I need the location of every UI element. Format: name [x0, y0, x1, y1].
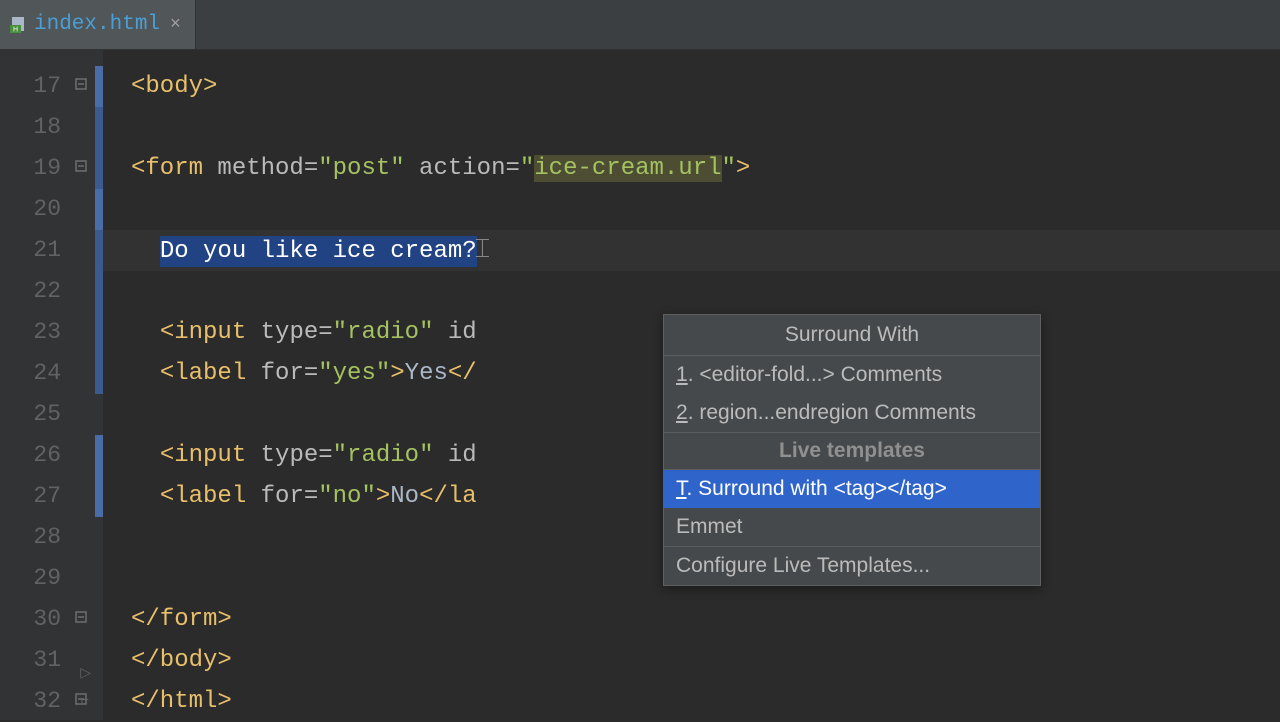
line-number-gutter: 17 18 19 20 21 22 23 24 25 26 27 28 29 3…: [0, 50, 95, 720]
editor-tab-index-html[interactable]: H index.html ×: [0, 0, 196, 49]
fold-end-icon[interactable]: [75, 693, 89, 707]
line-number[interactable]: 25: [0, 394, 95, 435]
popup-item-surround-tag[interactable]: T. Surround with <tag></tag>: [664, 470, 1040, 508]
text-cursor-icon: ⌶: [475, 235, 491, 265]
change-marker: [95, 230, 103, 394]
line-number[interactable]: 24: [0, 353, 95, 394]
fold-end-icon[interactable]: [75, 664, 89, 678]
line-number[interactable]: 28: [0, 517, 95, 558]
line-number[interactable]: ⌐32: [0, 681, 95, 722]
tab-filename: index.html: [34, 13, 160, 36]
popup-section-live-templates: Live templates: [664, 432, 1040, 470]
line-number[interactable]: 29: [0, 558, 95, 599]
change-marker: [95, 66, 103, 107]
line-number[interactable]: 26: [0, 435, 95, 476]
line-number[interactable]: 20: [0, 189, 95, 230]
popup-title: Surround With: [664, 315, 1040, 356]
line-number[interactable]: 21: [0, 230, 95, 271]
line-number[interactable]: 18: [0, 107, 95, 148]
fold-toggle-icon[interactable]: [75, 78, 89, 92]
code-content[interactable]: <body> <form method="post" action="ice-c…: [103, 50, 1280, 720]
change-marker: [95, 107, 103, 189]
popup-item-configure-live-templates[interactable]: Configure Live Templates...: [664, 546, 1040, 585]
tab-bar: H index.html ×: [0, 0, 1280, 50]
line-number[interactable]: 30: [0, 599, 95, 640]
change-marker: [95, 435, 103, 517]
surround-with-popup: Surround With 1. <editor-fold...> Commen…: [663, 314, 1041, 586]
svg-text:H: H: [13, 26, 18, 33]
marker-bar: [95, 50, 103, 720]
popup-item-emmet[interactable]: Emmet: [664, 508, 1040, 546]
line-number[interactable]: 31▷: [0, 640, 95, 681]
close-tab-icon[interactable]: ×: [166, 15, 185, 35]
change-marker: [95, 189, 103, 230]
line-number[interactable]: 22: [0, 271, 95, 312]
fold-toggle-icon[interactable]: [75, 160, 89, 174]
html-file-icon: H: [10, 16, 28, 34]
line-number[interactable]: 17: [0, 66, 95, 107]
line-number[interactable]: 19: [0, 148, 95, 189]
code-token: <body>: [131, 73, 217, 100]
popup-item-region[interactable]: 2. region...endregion Comments: [664, 394, 1040, 432]
popup-item-editor-fold[interactable]: 1. <editor-fold...> Comments: [664, 356, 1040, 394]
selected-text: Do you like ice cream?: [160, 236, 477, 267]
line-number[interactable]: 27: [0, 476, 95, 517]
line-number[interactable]: 23: [0, 312, 95, 353]
code-editor: 17 18 19 20 21 22 23 24 25 26 27 28 29 3…: [0, 50, 1280, 720]
fold-end-icon[interactable]: [75, 611, 89, 625]
code-token: <form: [131, 155, 203, 182]
